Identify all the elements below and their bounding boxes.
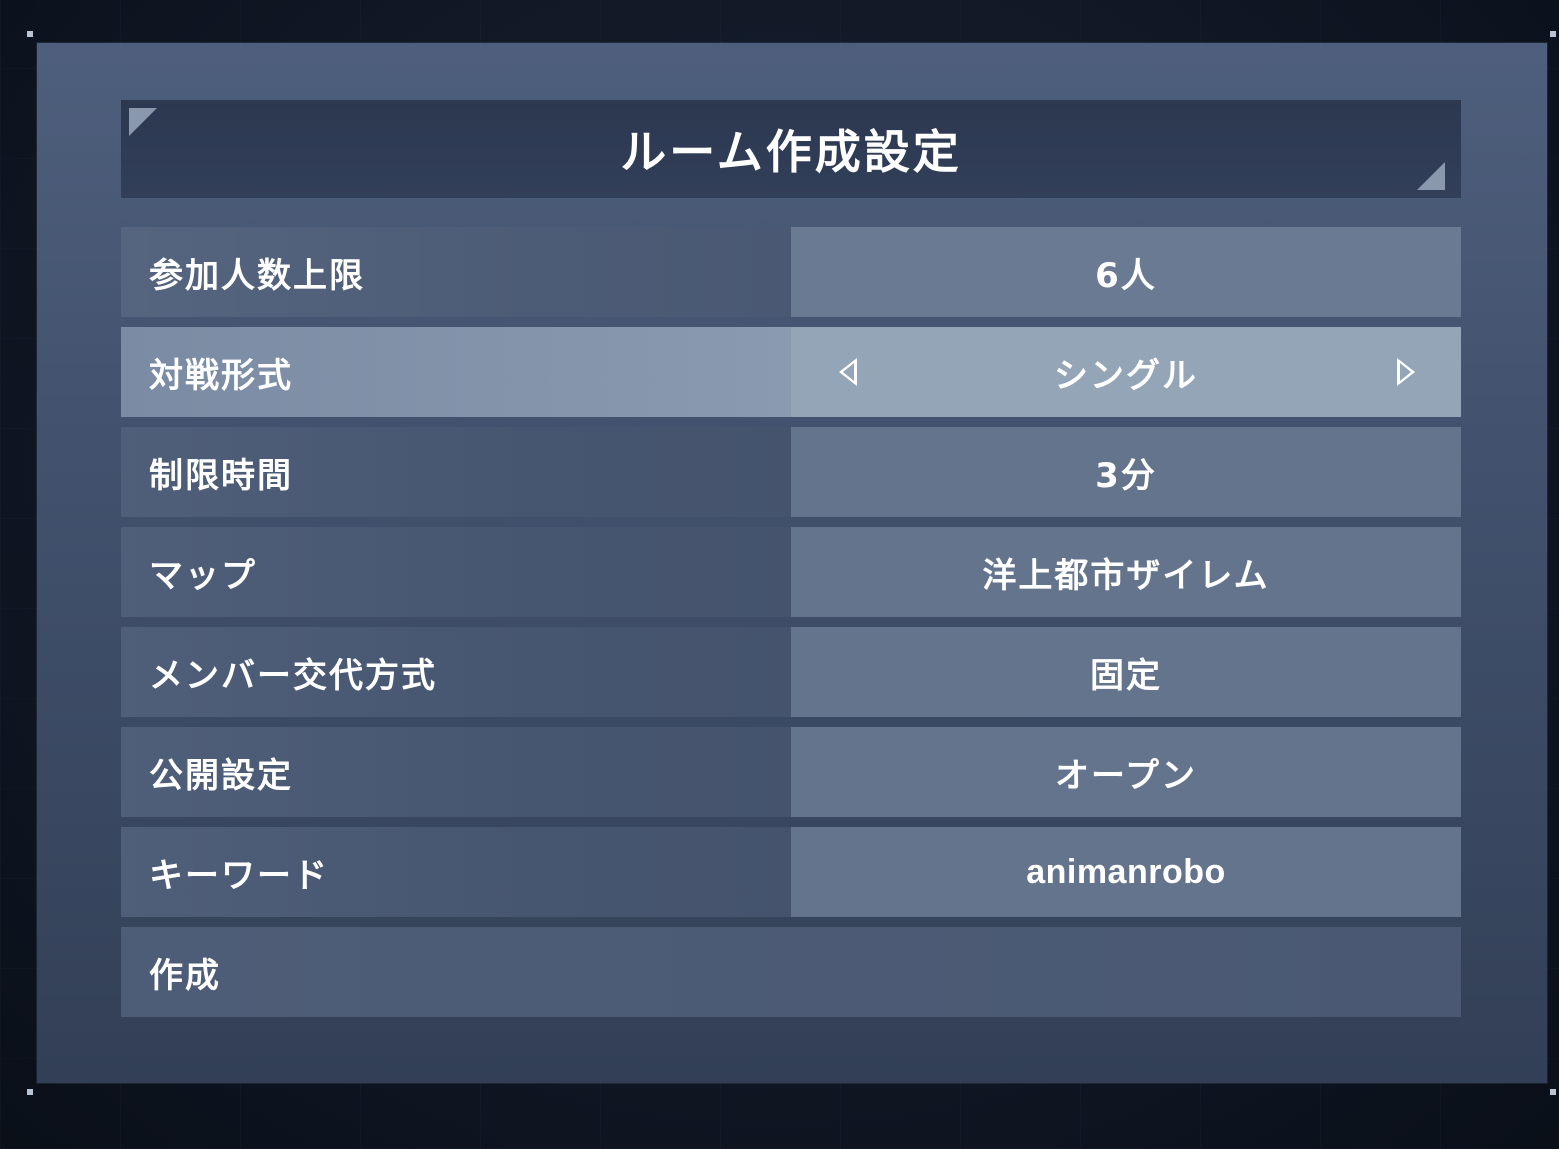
setting-row-battle-format[interactable]: 対戦形式 シングル: [121, 327, 1461, 417]
create-button[interactable]: 作成: [121, 927, 1461, 1017]
setting-label-cell: キーワード: [121, 827, 791, 917]
setting-row-map[interactable]: マップ 洋上都市ザイレム: [121, 527, 1461, 617]
frame-corner-bottom-left: [27, 1089, 33, 1095]
frame-corner-top-right: [1550, 31, 1556, 37]
setting-label: 公開設定: [149, 755, 293, 796]
setting-label: キーワード: [149, 855, 329, 896]
setting-value: 洋上都市ザイレム: [982, 555, 1270, 596]
setting-value: 6人: [1095, 255, 1157, 296]
setting-label: マップ: [149, 555, 257, 596]
setting-value: animanrobo: [1026, 852, 1226, 891]
setting-value-cell[interactable]: 3分: [791, 427, 1461, 517]
setting-row-keyword[interactable]: キーワード animanrobo: [121, 827, 1461, 917]
keyword-field[interactable]: animanrobo: [791, 827, 1461, 917]
create-button-label: 作成: [149, 955, 221, 996]
setting-label-cell: 制限時間: [121, 427, 791, 517]
setting-label: 制限時間: [149, 455, 293, 496]
setting-value-cell[interactable]: 固定: [791, 627, 1461, 717]
setting-value: 固定: [1090, 655, 1162, 696]
setting-label: 参加人数上限: [149, 255, 365, 296]
frame-corner-bottom-right: [1550, 1089, 1556, 1095]
frame-corner-top-left: [27, 31, 33, 37]
setting-value-cell[interactable]: 6人: [791, 227, 1461, 317]
triangle-left-icon[interactable]: [839, 358, 857, 386]
setting-value: シングル: [1054, 355, 1198, 396]
room-settings-panel: ルーム作成設定 参加人数上限 6人 対戦形式 シングル 制限時間 3分 マップ …: [37, 43, 1547, 1083]
setting-label: 対戦形式: [149, 355, 293, 396]
setting-value-selector[interactable]: シングル: [791, 327, 1461, 417]
setting-row-time-limit[interactable]: 制限時間 3分: [121, 427, 1461, 517]
setting-row-member-swap[interactable]: メンバー交代方式 固定: [121, 627, 1461, 717]
setting-label-cell: 対戦形式: [121, 327, 791, 417]
setting-row-max-players[interactable]: 参加人数上限 6人: [121, 227, 1461, 317]
title-bar: ルーム作成設定: [121, 100, 1461, 198]
setting-label-cell: 公開設定: [121, 727, 791, 817]
setting-label-cell: マップ: [121, 527, 791, 617]
triangle-right-icon[interactable]: [1397, 358, 1415, 386]
create-button-cell[interactable]: 作成: [121, 927, 1461, 1017]
setting-label-cell: 参加人数上限: [121, 227, 791, 317]
page-title: ルーム作成設定: [620, 125, 962, 179]
title-corner-decoration-icon: [129, 108, 157, 136]
setting-label: メンバー交代方式: [149, 655, 437, 696]
setting-value: 3分: [1095, 455, 1157, 496]
setting-row-visibility[interactable]: 公開設定 オープン: [121, 727, 1461, 817]
setting-value: オープン: [1055, 755, 1197, 796]
setting-value-cell[interactable]: 洋上都市ザイレム: [791, 527, 1461, 617]
settings-list: 参加人数上限 6人 対戦形式 シングル 制限時間 3分 マップ 洋上都市ザイレム…: [121, 227, 1461, 1027]
setting-value-cell[interactable]: オープン: [791, 727, 1461, 817]
title-corner-decoration-icon: [1417, 162, 1445, 190]
setting-label-cell: メンバー交代方式: [121, 627, 791, 717]
